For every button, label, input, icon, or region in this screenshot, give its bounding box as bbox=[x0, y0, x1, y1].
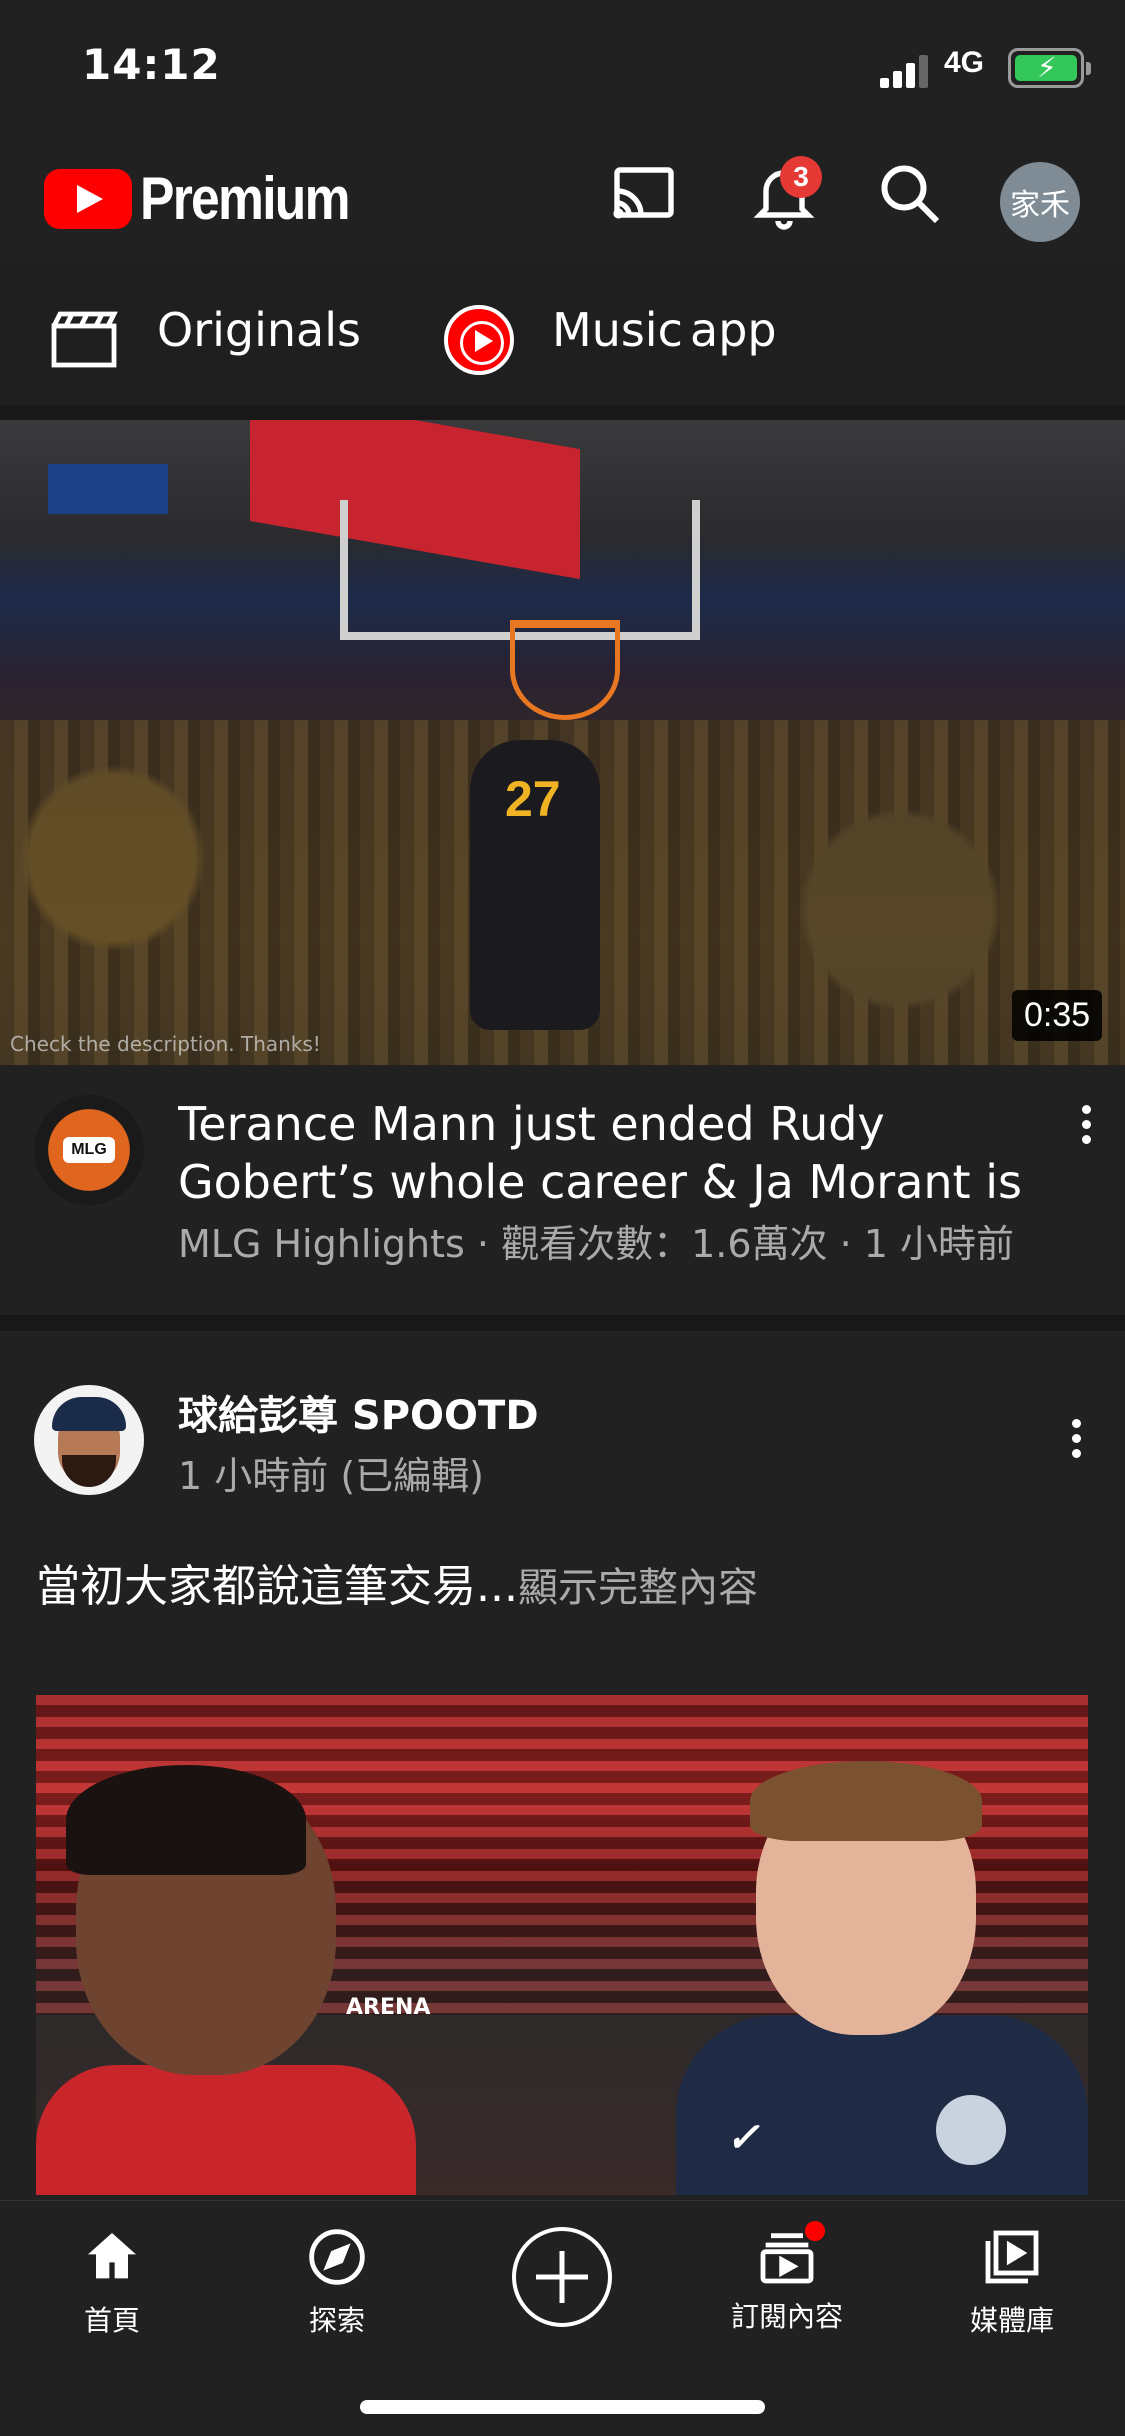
section-divider bbox=[0, 1315, 1125, 1331]
network-label: 4G bbox=[944, 46, 985, 79]
youtube-music-icon[interactable] bbox=[444, 305, 514, 375]
search-icon[interactable] bbox=[874, 158, 946, 230]
post-time: 1 小時前 (已編輯) bbox=[178, 1454, 484, 1498]
post-image[interactable]: ARENA ✓ bbox=[36, 1695, 1088, 2195]
jersey-number: 27 bbox=[505, 771, 561, 827]
video-title[interactable]: Terance Mann just ended Rudy Gobert’s wh… bbox=[178, 1095, 1058, 1211]
photo-person-left bbox=[36, 1765, 416, 2195]
subscriptions-dot bbox=[805, 2221, 825, 2241]
channel-avatar-label: MLG bbox=[63, 1137, 115, 1163]
community-post: 球給彭尊 SPOOTD 1 小時前 (已編輯) 當初大家都說這筆交易...顯示完… bbox=[0, 1335, 1125, 2195]
show-more-link[interactable]: 顯示完整內容 bbox=[518, 1565, 758, 1611]
subscriptions-icon bbox=[755, 2221, 825, 2289]
nav-library-label: 媒體庫 bbox=[969, 2304, 1054, 2337]
nike-logo: ✓ bbox=[726, 2116, 760, 2160]
music-label[interactable]: Music bbox=[552, 303, 683, 357]
originals-link[interactable]: Originals bbox=[157, 303, 361, 357]
post-text-body: 當初大家都說這筆交易... bbox=[36, 1561, 518, 1612]
channel-avatar[interactable]: MLG bbox=[34, 1095, 144, 1205]
nav-create[interactable] bbox=[487, 2213, 637, 2343]
app-label[interactable]: app bbox=[690, 303, 777, 357]
video-meta: MLG Highlights · 觀看次數：1.6萬次 · 1 小時前 bbox=[178, 1222, 1015, 1266]
notification-badge: 3 bbox=[780, 156, 822, 198]
nav-subscriptions-label: 訂閱內容 bbox=[730, 2300, 843, 2333]
section-divider bbox=[0, 405, 1125, 421]
nav-explore[interactable]: 探索 bbox=[262, 2213, 412, 2343]
cast-icon[interactable] bbox=[608, 158, 680, 230]
status-time: 14:12 bbox=[82, 40, 221, 89]
library-icon bbox=[985, 2230, 1039, 2284]
post-author-name[interactable]: 球給彭尊 SPOOTD bbox=[178, 1383, 539, 1441]
clapperboard-icon bbox=[51, 311, 118, 368]
battery-icon: ⚡ bbox=[1008, 48, 1091, 88]
video-info: MLG Terance Mann just ended Rudy Gobert’… bbox=[0, 1065, 1125, 1315]
nav-home-label: 首頁 bbox=[83, 2304, 140, 2337]
compass-icon bbox=[309, 2229, 365, 2285]
nav-home[interactable]: 首頁 bbox=[37, 2213, 187, 2343]
youtube-logo-icon bbox=[44, 168, 132, 229]
hoop bbox=[510, 620, 620, 720]
create-icon bbox=[512, 2227, 612, 2327]
nav-library[interactable]: 媒體庫 bbox=[937, 2213, 1087, 2343]
mavericks-logo bbox=[936, 2095, 1006, 2165]
home-indicator[interactable] bbox=[360, 2400, 765, 2414]
video-thumbnail[interactable]: 27 Check the description. Thanks! bbox=[0, 420, 1125, 1065]
post-author-avatar[interactable] bbox=[34, 1385, 144, 1495]
nav-explore-label: 探索 bbox=[308, 2304, 365, 2337]
post-text[interactable]: 當初大家都說這筆交易...顯示完整內容 bbox=[36, 1550, 758, 1614]
signal-icon bbox=[880, 50, 936, 88]
promo-bar: Originals Music app bbox=[0, 265, 1125, 405]
post-more-icon[interactable] bbox=[1066, 1413, 1086, 1473]
video-duration: 0:35 bbox=[1012, 990, 1103, 1041]
backboard bbox=[340, 500, 700, 640]
home-icon bbox=[88, 2233, 136, 2279]
nba-logo bbox=[48, 464, 168, 514]
thumbnail-caption: Check the description. Thanks! bbox=[10, 1032, 321, 1056]
youtube-premium-logo[interactable]: Premium bbox=[44, 164, 383, 233]
video-more-icon[interactable] bbox=[1076, 1099, 1096, 1159]
nav-subscriptions[interactable]: 訂閱內容 bbox=[712, 2213, 862, 2343]
status-bar: 14:12 4G ⚡ bbox=[0, 0, 1125, 130]
app-header: Premium 3 家禾 bbox=[0, 140, 1125, 260]
logo-wordmark: Premium bbox=[140, 165, 350, 232]
account-avatar[interactable]: 家禾 bbox=[1000, 162, 1080, 242]
